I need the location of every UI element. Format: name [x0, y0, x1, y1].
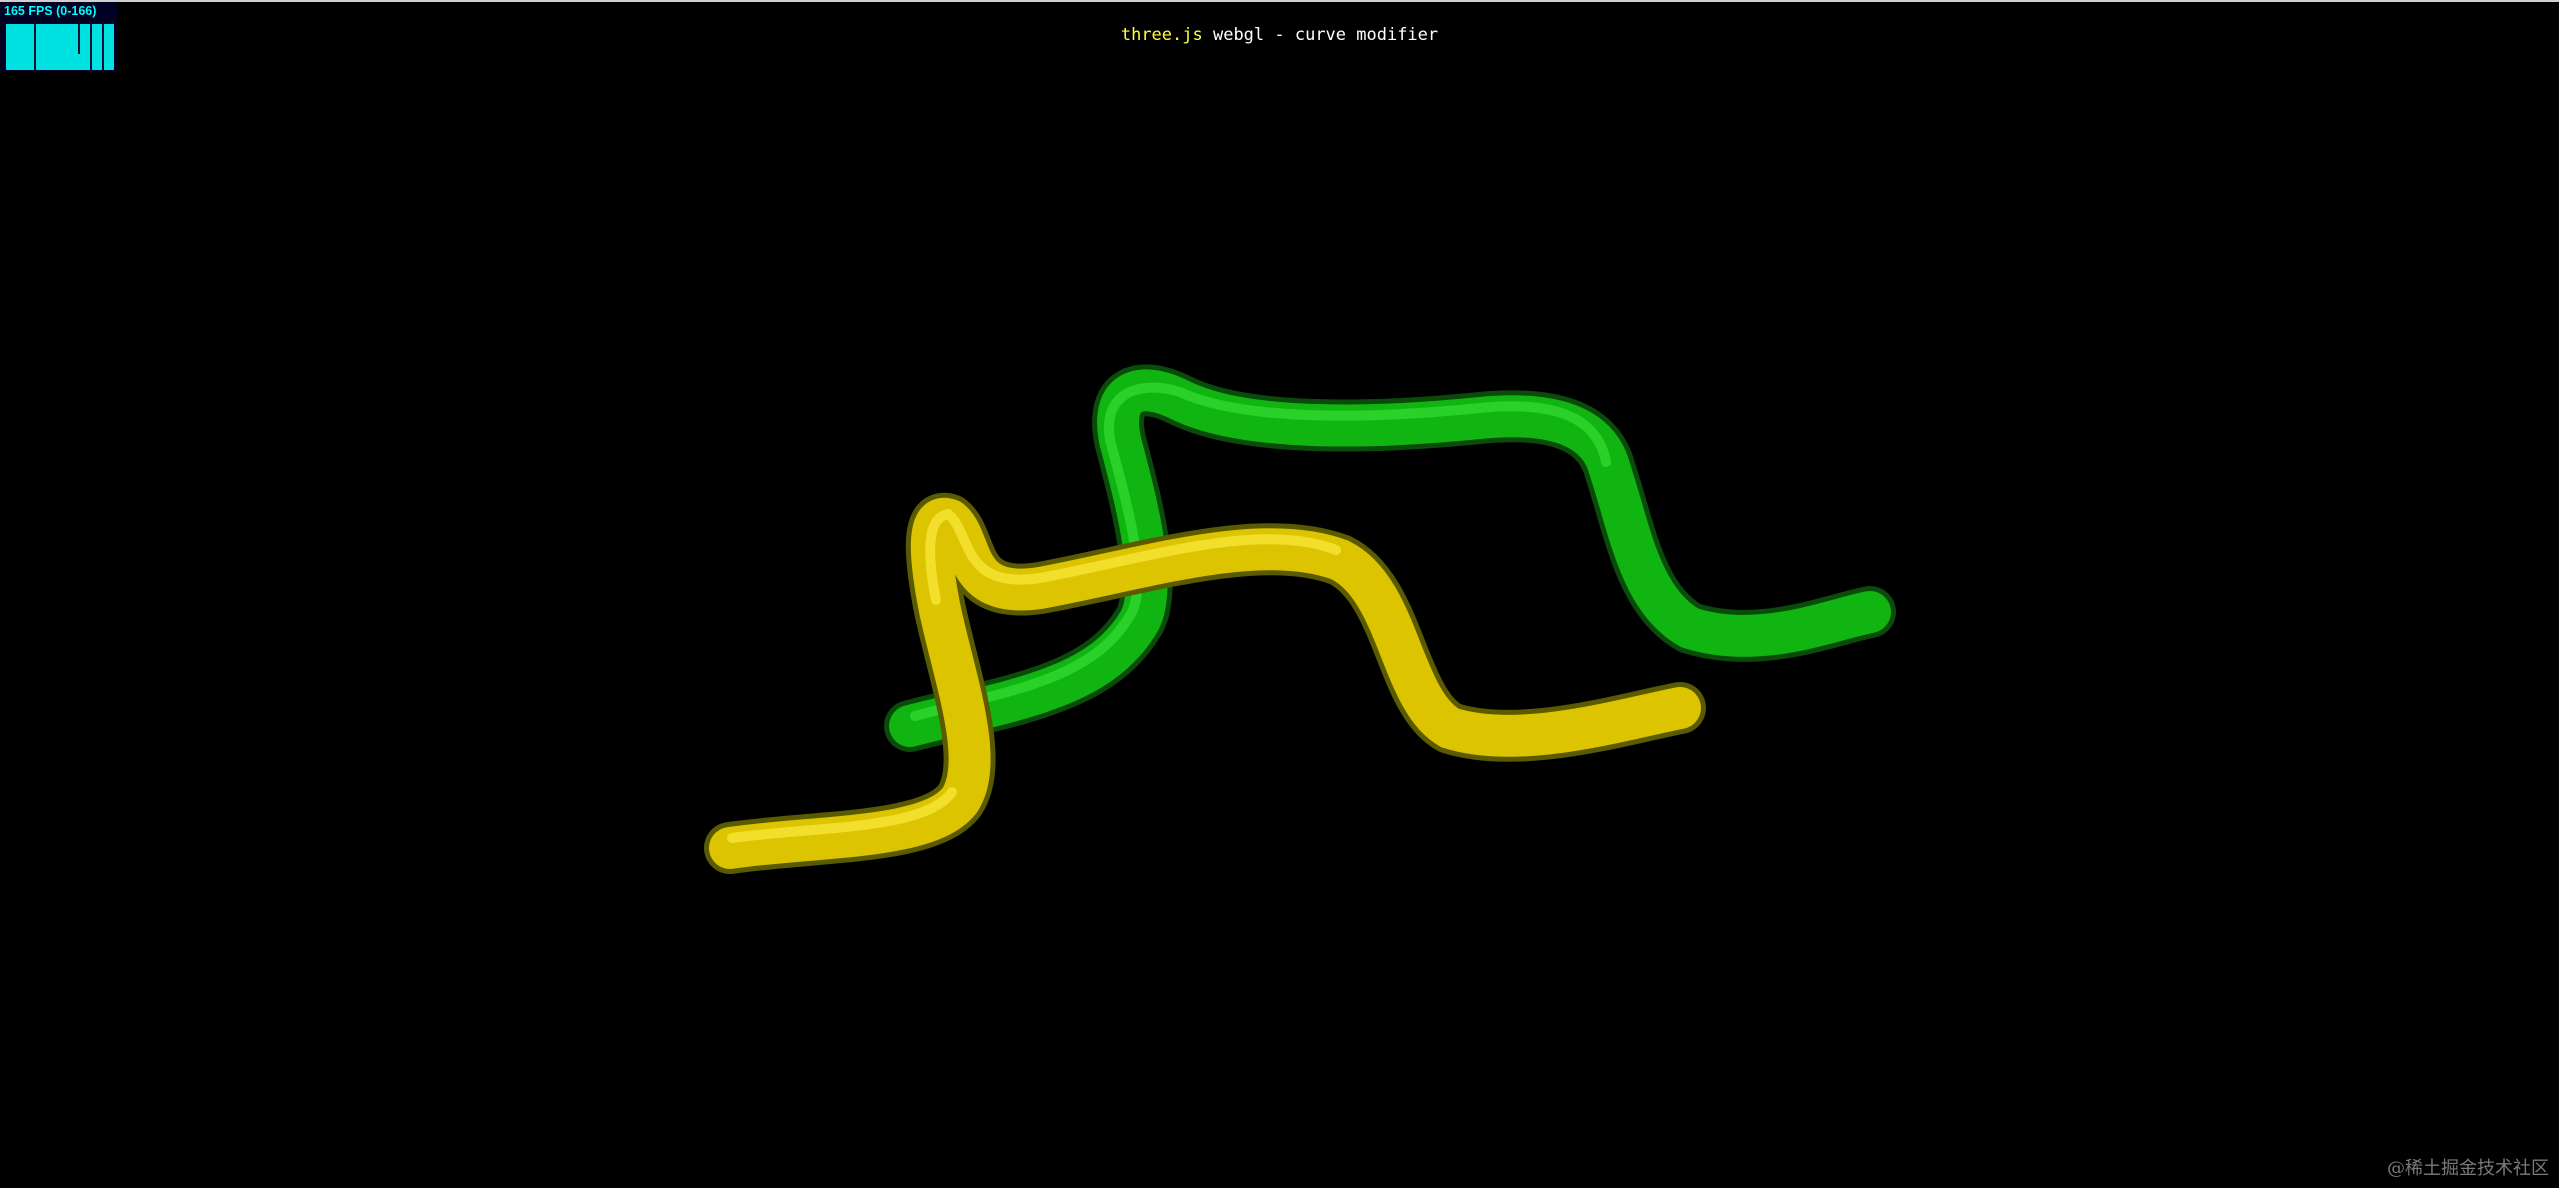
threejs-link[interactable]: three.js: [1121, 25, 1203, 45]
info-text: webgl - curve modifier: [1202, 25, 1439, 45]
webgl-canvas[interactable]: [0, 0, 2559, 1188]
info-header: three.js webgl - curve modifier: [0, 24, 2559, 46]
fps-label: 165 FPS (0-166): [4, 4, 97, 18]
watermark: @稀土掘金技术社区: [2387, 1158, 2549, 1179]
yellow-tube: [704, 493, 1706, 874]
